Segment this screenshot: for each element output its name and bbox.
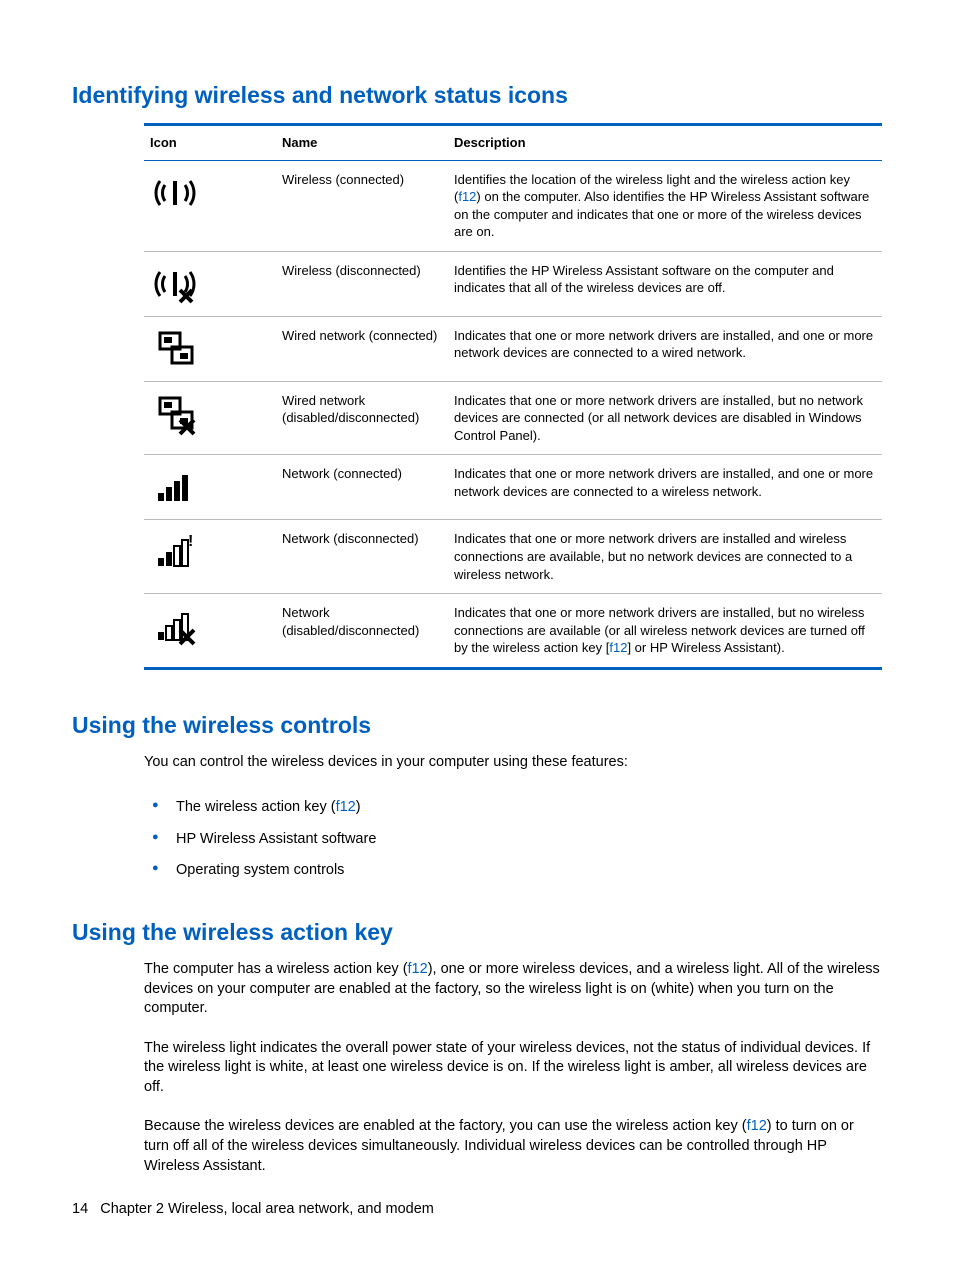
f12-key: f12 [609, 640, 627, 655]
page-footer: 14 Chapter 2 Wireless, local area networ… [72, 1200, 434, 1220]
net-off-icon [144, 594, 276, 669]
col-icon: Icon [144, 125, 276, 161]
chapter-label: Chapter 2 Wireless, local area network, … [100, 1201, 434, 1217]
action-key-p1: The computer has a wireless action key (… [144, 960, 882, 1019]
wired-on-icon [144, 316, 276, 381]
wireless-off-icon [144, 251, 276, 316]
table-row: Network (disconnected)Indicates that one… [144, 520, 882, 594]
icon-table: Icon Name Description Wireless (connecte… [144, 123, 882, 670]
icon-description: Indicates that one or more network drive… [448, 594, 882, 669]
icon-name: Wireless (connected) [276, 160, 448, 251]
icon-name: Wired network (connected) [276, 316, 448, 381]
col-name: Name [276, 125, 448, 161]
table-row: Network (connected)Indicates that one or… [144, 455, 882, 520]
text: Because the wireless devices are enabled… [144, 1118, 747, 1134]
f12-key: f12 [408, 961, 428, 977]
table-row: Wired network (connected)Indicates that … [144, 316, 882, 381]
icon-description: Indicates that one or more network drive… [448, 520, 882, 594]
col-desc: Description [448, 125, 882, 161]
icon-name: Network (disabled/disconnected) [276, 594, 448, 669]
heading-wireless-controls: Using the wireless controls [72, 710, 882, 741]
heading-wireless-action-key: Using the wireless action key [72, 917, 882, 948]
icon-name: Wireless (disconnected) [276, 251, 448, 316]
icon-description: Identifies the location of the wireless … [448, 160, 882, 251]
table-row: Wireless (disconnected)Identifies the HP… [144, 251, 882, 316]
list-item: HP Wireless Assistant software [144, 824, 882, 856]
net-disc-icon [144, 520, 276, 594]
icon-name: Wired network (disabled/disconnected) [276, 381, 448, 455]
wireless-on-icon [144, 160, 276, 251]
table-row: Network (disabled/disconnected)Indicates… [144, 594, 882, 669]
icon-description: Indicates that one or more network drive… [448, 316, 882, 381]
text: The computer has a wireless action key ( [144, 961, 408, 977]
page-number: 14 [72, 1201, 88, 1217]
icon-name: Network (connected) [276, 455, 448, 520]
controls-intro: You can control the wireless devices in … [144, 753, 882, 773]
action-key-p2: The wireless light indicates the overall… [144, 1039, 882, 1098]
net-on-icon [144, 455, 276, 520]
f12-key: f12 [458, 189, 476, 204]
action-key-p3: Because the wireless devices are enabled… [144, 1117, 882, 1176]
list-item: Operating system controls [144, 855, 882, 887]
f12-key: f12 [336, 799, 356, 815]
icon-description: Identifies the HP Wireless Assistant sof… [448, 251, 882, 316]
wired-off-icon [144, 381, 276, 455]
icon-description: Indicates that one or more network drive… [448, 381, 882, 455]
table-row: Wireless (connected)Identifies the locat… [144, 160, 882, 251]
table-row: Wired network (disabled/disconnected)Ind… [144, 381, 882, 455]
f12-key: f12 [747, 1118, 767, 1134]
controls-list: The wireless action key (f12)HP Wireless… [144, 792, 882, 887]
icon-name: Network (disconnected) [276, 520, 448, 594]
icon-description: Indicates that one or more network drive… [448, 455, 882, 520]
heading-identify-icons: Identifying wireless and network status … [72, 80, 882, 111]
list-item: The wireless action key (f12) [144, 792, 882, 824]
